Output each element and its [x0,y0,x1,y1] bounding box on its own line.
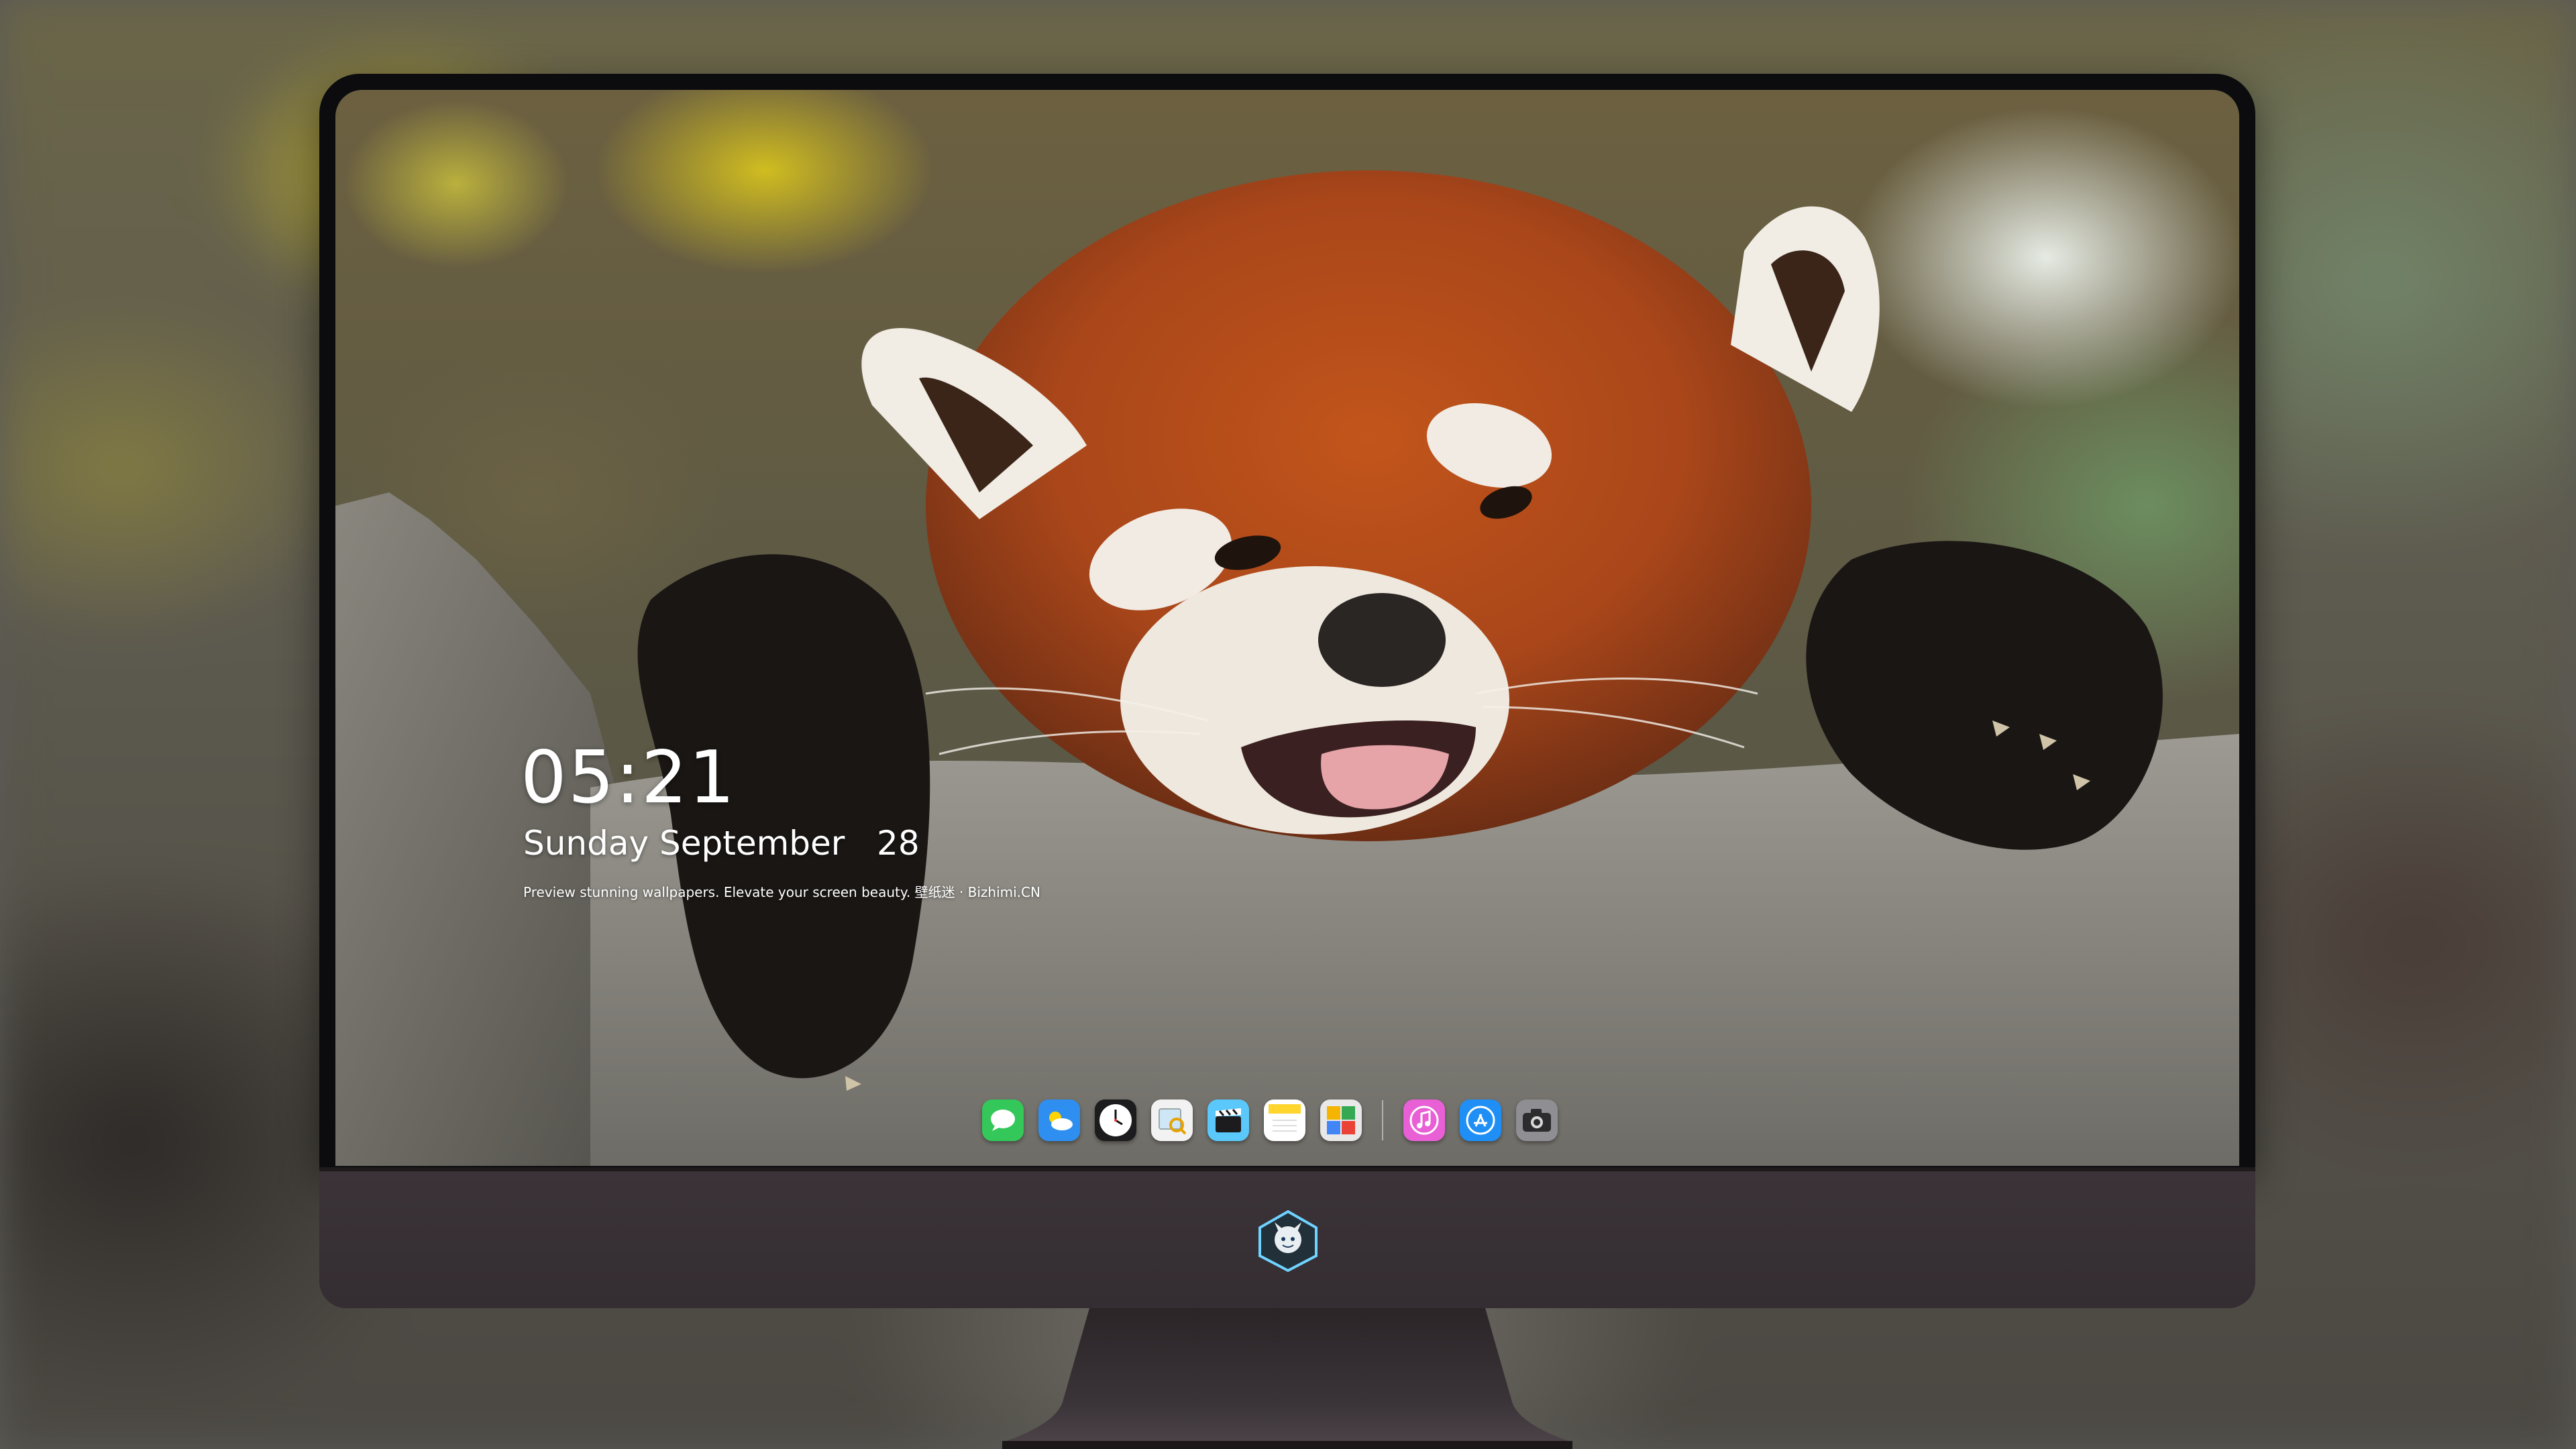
dock-app-camera[interactable] [1516,1099,1558,1141]
lockscreen-time: 05:21 [521,736,737,820]
monitor-chin [319,1167,2255,1308]
dock-app-weather[interactable] [1038,1099,1080,1141]
app-store-icon [1466,1106,1495,1135]
dock-app-app-store[interactable] [1460,1099,1501,1141]
imac-monitor: 05:21 Sunday September 28 Preview stunni… [319,74,2255,1449]
music-note-icon [1409,1106,1439,1135]
lockscreen-tagline: Preview stunning wallpapers. Elevate you… [523,884,1040,900]
dock-app-clips[interactable] [1208,1099,1249,1141]
page: 05:21 Sunday September 28 Preview stunni… [0,0,2576,1449]
photo-grid-icon [1327,1106,1355,1134]
monitor-stand [1002,1308,1572,1449]
screen: 05:21 Sunday September 28 Preview stunni… [335,90,2239,1166]
monitor-bezel: 05:21 Sunday September 28 Preview stunni… [319,74,2255,1167]
dock-app-photo-booth[interactable] [1320,1099,1362,1141]
brand-logo-icon [1258,1210,1318,1273]
lockscreen-date: Sunday September 28 [523,824,920,863]
dock-app-itunes[interactable] [1403,1099,1445,1141]
dock-app-clock[interactable] [1095,1099,1136,1141]
dock-app-preview[interactable] [1151,1099,1193,1141]
clock-icon [1099,1104,1132,1136]
camera-icon [1523,1109,1551,1132]
dock-app-notes[interactable] [1264,1099,1305,1141]
dock [973,1087,1597,1154]
clapperboard-icon [1216,1108,1241,1132]
wallpaper-red-panda [335,170,2239,1166]
preview-icon [1159,1108,1187,1135]
dock-app-messages[interactable] [982,1099,1024,1141]
notes-icon [1269,1104,1301,1132]
messages-icon [991,1110,1015,1131]
dock-separator [1382,1100,1383,1140]
weather-icon [1049,1112,1073,1130]
